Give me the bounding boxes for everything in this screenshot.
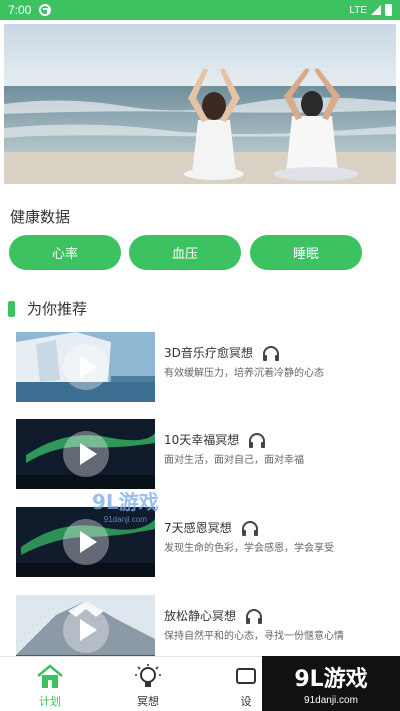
watermark-corner: 9L游戏 91danji.com bbox=[262, 656, 400, 711]
item-description: 发现生命的色彩，学会感恩，学会享受 bbox=[164, 543, 334, 554]
item-title-row: 7天感恩冥想 bbox=[164, 519, 260, 536]
watermark-logo: 9L游戏 bbox=[92, 490, 159, 514]
tab-label: 设 bbox=[240, 695, 252, 708]
item-description: 面对生活，面对自己，面对幸福 bbox=[164, 455, 304, 466]
headphones-icon bbox=[246, 608, 263, 624]
status-time: 7:00 bbox=[8, 3, 32, 17]
headphones-icon bbox=[241, 520, 258, 536]
item-title-row: 放松静心冥想 bbox=[164, 607, 264, 624]
recommend-header: 为你推荐 bbox=[8, 298, 87, 319]
play-icon[interactable] bbox=[63, 607, 109, 653]
tab-meditation[interactable]: 冥想 bbox=[98, 657, 198, 711]
section-marker bbox=[8, 300, 15, 317]
item-title: 放松静心冥想 bbox=[164, 609, 237, 623]
play-icon[interactable] bbox=[63, 519, 109, 565]
watermark-logo: 9L游戏 bbox=[294, 667, 368, 692]
tab-label: 计划 bbox=[39, 695, 61, 708]
item-title: 3D音乐疗愈冥想 bbox=[164, 346, 253, 360]
settings-icon bbox=[236, 668, 256, 684]
list-item[interactable]: 10天幸福冥想 面对生活，面对自己，面对幸福 bbox=[16, 419, 396, 489]
thumbnail-mountain bbox=[16, 595, 155, 665]
headphones-icon bbox=[249, 432, 266, 448]
item-title: 10天幸福冥想 bbox=[164, 433, 240, 447]
signal-icon bbox=[371, 5, 381, 15]
home-icon bbox=[37, 664, 63, 688]
status-bar: 7:00 LTE bbox=[0, 0, 400, 20]
watermark-middle: 9L游戏 91danji.com bbox=[92, 486, 159, 524]
blood-pressure-button[interactable]: 血压 bbox=[129, 235, 241, 270]
item-title-row: 10天幸福冥想 bbox=[164, 431, 267, 448]
play-icon[interactable] bbox=[63, 431, 109, 477]
recommend-title: 为你推荐 bbox=[27, 300, 88, 318]
heart-rate-button[interactable]: 心率 bbox=[9, 235, 121, 270]
sleep-button[interactable]: 睡眠 bbox=[250, 235, 362, 270]
list-item[interactable]: 3D音乐疗愈冥想 有效缓解压力，培养沉着冷静的心态 bbox=[16, 332, 396, 402]
headphones-icon bbox=[262, 345, 279, 361]
health-data-title: 健康数据 bbox=[10, 208, 71, 226]
play-icon[interactable] bbox=[63, 344, 109, 390]
watermark-url: 91danji.com bbox=[304, 695, 358, 706]
item-title-row: 3D音乐疗愈冥想 bbox=[164, 344, 281, 361]
battery-icon bbox=[385, 4, 392, 16]
item-description: 保持自然平和的心态，寻找一份惬意心情 bbox=[164, 631, 344, 642]
item-title: 7天感恩冥想 bbox=[164, 521, 232, 535]
watermark-url: 91danji.com bbox=[103, 515, 147, 524]
sync-icon bbox=[39, 4, 52, 16]
tab-plan[interactable]: 计划 bbox=[0, 657, 100, 711]
tab-label: 冥想 bbox=[137, 695, 159, 708]
thumbnail-aurora bbox=[16, 419, 155, 489]
thumbnail-glacier bbox=[16, 332, 155, 402]
lightbulb-icon bbox=[135, 664, 161, 687]
network-type: LTE bbox=[349, 4, 367, 16]
item-description: 有效缓解压力，培养沉着冷静的心态 bbox=[164, 368, 324, 379]
list-item[interactable]: 放松静心冥想 保持自然平和的心态，寻找一份惬意心情 bbox=[16, 595, 396, 665]
list-item[interactable]: 7天感恩冥想 发现生命的色彩，学会感恩，学会享受 bbox=[16, 507, 396, 577]
banner-image[interactable] bbox=[4, 24, 396, 184]
